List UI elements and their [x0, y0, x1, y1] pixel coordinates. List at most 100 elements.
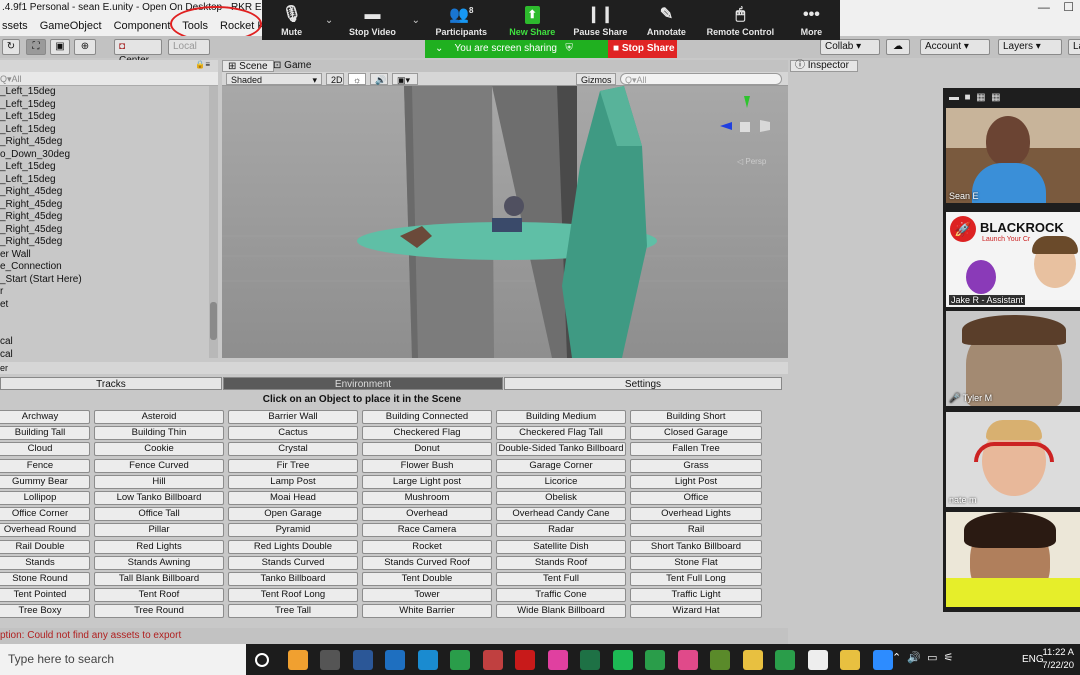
paint-3d-icon[interactable]	[287, 650, 308, 670]
tab-inspector[interactable]: ⓘ Inspector	[790, 60, 858, 72]
object-button[interactable]: Light Post	[630, 474, 762, 489]
mail-icon[interactable]	[385, 650, 405, 670]
hierarchy-item[interactable]: _Right_45deg	[0, 224, 210, 237]
hierarchy-tab[interactable]: 🔒≡	[0, 60, 218, 72]
object-button[interactable]: Office Tall	[94, 507, 224, 522]
object-button[interactable]: Closed Garage	[630, 426, 762, 441]
chrome-icon[interactable]	[645, 650, 665, 670]
stop-share-button[interactable]: ■ Stop Share	[608, 40, 677, 58]
object-button[interactable]: Moai Head	[228, 491, 358, 505]
2d-toggle[interactable]: 2D	[326, 73, 344, 85]
object-button[interactable]: Short Tanko Billboard	[630, 539, 762, 554]
object-button[interactable]: Tree Round	[94, 604, 224, 619]
pivot-local-button[interactable]: Local	[168, 39, 210, 55]
taskbar-clock[interactable]: 11:22 A 7/22/20	[1042, 646, 1074, 672]
remote-control-button[interactable]: 🖱 Remote Control	[698, 0, 783, 40]
hierarchy-item[interactable]: _Right_45deg	[0, 199, 210, 212]
language-indicator[interactable]: ENG	[1022, 654, 1044, 665]
hierarchy-item[interactable]: _Left_15deg	[0, 99, 210, 112]
pivot-center-button[interactable]: ◘ Center	[114, 39, 162, 66]
object-button[interactable]: Rail Double	[0, 539, 90, 554]
menu-gameobject[interactable]: GameObject	[40, 20, 102, 32]
object-button[interactable]: Checkered Flag	[362, 426, 492, 441]
object-button[interactable]: Fence Curved	[94, 458, 224, 473]
hierarchy-item[interactable]: _Left_15deg	[0, 161, 210, 174]
stop-video-button[interactable]: ▬ Stop Video	[337, 0, 408, 40]
object-button[interactable]: Tall Blank Billboard	[94, 572, 224, 586]
object-button[interactable]: Overhead Lights	[630, 507, 762, 522]
mute-button[interactable]: 🎙 Mute	[262, 0, 321, 40]
annotate-button[interactable]: ✎ Annotate	[635, 0, 698, 40]
object-button[interactable]: Tree Boxy	[0, 604, 90, 619]
tab-environment[interactable]: Environment	[223, 377, 503, 390]
excel-icon[interactable]	[580, 650, 600, 670]
object-button[interactable]: Wizard Hat	[630, 604, 762, 619]
object-button[interactable]: Barrier Wall	[228, 410, 358, 424]
object-button[interactable]: Building Short	[630, 410, 762, 424]
chrome-icon[interactable]	[775, 650, 795, 670]
object-button[interactable]: Rail	[630, 523, 762, 538]
object-button[interactable]: Obelisk	[496, 491, 626, 505]
effects-dropdown-icon[interactable]: ▣▾	[392, 73, 418, 85]
menu-component[interactable]: Component	[114, 20, 171, 32]
hierarchy-item[interactable]: e_Connection	[0, 261, 210, 274]
participant-tile[interactable]	[946, 512, 1080, 607]
unity-icon[interactable]	[807, 650, 828, 670]
hierarchy-item[interactable]: _Right_45deg	[0, 211, 210, 224]
object-button[interactable]: Tower	[362, 588, 492, 603]
object-button[interactable]: Gummy Bear	[0, 474, 90, 489]
participants-button[interactable]: 👥8 Participants	[424, 0, 499, 40]
object-button[interactable]: Hill	[94, 474, 224, 489]
object-button[interactable]: Tent Roof	[94, 588, 224, 603]
hierarchy-search[interactable]: Q▾All	[0, 72, 218, 86]
object-button[interactable]: Asteroid	[94, 410, 224, 424]
media-icon[interactable]	[677, 650, 698, 670]
object-button[interactable]: Red Lights	[94, 539, 224, 554]
object-button[interactable]: Red Lights Double	[228, 539, 358, 554]
hierarchy-item[interactable]: _Start (Start Here)	[0, 274, 210, 287]
object-button[interactable]: Double-Sided Tanko Billboard	[496, 442, 626, 457]
menu-assets[interactable]: ssets	[2, 20, 28, 32]
object-button[interactable]: Building Connected	[362, 410, 492, 424]
object-button[interactable]: Race Camera	[362, 523, 492, 538]
object-button[interactable]: Grass	[630, 458, 762, 473]
mute-options-chevron[interactable]: ⌄	[321, 0, 337, 40]
object-button[interactable]: Lamp Post	[228, 474, 358, 489]
rotate-tool-icon[interactable]: ↻	[2, 39, 20, 55]
collab-button[interactable]: Collab ▾	[820, 39, 880, 55]
object-button[interactable]: Fallen Tree	[630, 442, 762, 457]
object-button[interactable]: Radar	[496, 523, 626, 538]
zoom-icon[interactable]	[872, 650, 893, 670]
pause-share-button[interactable]: ❙❙ Pause Share	[566, 0, 635, 40]
console-status-bar[interactable]: ption: Could not find any assets to expo…	[0, 628, 788, 644]
object-button[interactable]: Tent Double	[362, 572, 492, 586]
object-button[interactable]: Overhead Candy Cane	[496, 507, 626, 522]
rect-tool-icon[interactable]: ▣	[50, 39, 70, 55]
hierarchy-item[interactable]: _Right_45deg	[0, 236, 210, 249]
object-button[interactable]: White Barrier	[362, 604, 492, 619]
hierarchy-item[interactable]: _Left_15deg	[0, 111, 210, 124]
tab-settings[interactable]: Settings	[504, 377, 782, 390]
word-icon[interactable]	[352, 650, 373, 670]
object-button[interactable]: Low Tanko Billboard	[94, 491, 224, 505]
scene-search-input[interactable]: Q▾All	[620, 73, 782, 85]
lighting-toggle-icon[interactable]: ☼	[348, 73, 366, 85]
object-button[interactable]: Lollipop	[0, 491, 90, 505]
participant-tile[interactable]: Sean E	[946, 108, 1080, 203]
object-button[interactable]: Overhead Round	[0, 523, 90, 538]
scale-tool-icon[interactable]: ⛶	[26, 39, 46, 55]
task-view-icon[interactable]	[255, 653, 269, 667]
object-button[interactable]: Tent Pointed	[0, 588, 90, 603]
object-button[interactable]: Stands Awning	[94, 555, 224, 570]
hierarchy-item[interactable]: _Left_15deg	[0, 124, 210, 137]
hierarchy-item[interactable]: o_Down_30deg	[0, 149, 210, 162]
layout-dropdown[interactable]: La	[1068, 39, 1080, 55]
hierarchy-item[interactable]: r	[0, 286, 210, 299]
audio-toggle-icon[interactable]: 🔊	[370, 73, 388, 85]
object-button[interactable]: Large Light post	[362, 474, 492, 489]
object-button[interactable]: Pyramid	[228, 523, 358, 538]
object-button[interactable]: Office Corner	[0, 507, 90, 522]
object-button[interactable]: Fir Tree	[228, 458, 358, 473]
store-icon[interactable]	[320, 650, 340, 670]
object-button[interactable]: Building Tall	[0, 426, 90, 441]
